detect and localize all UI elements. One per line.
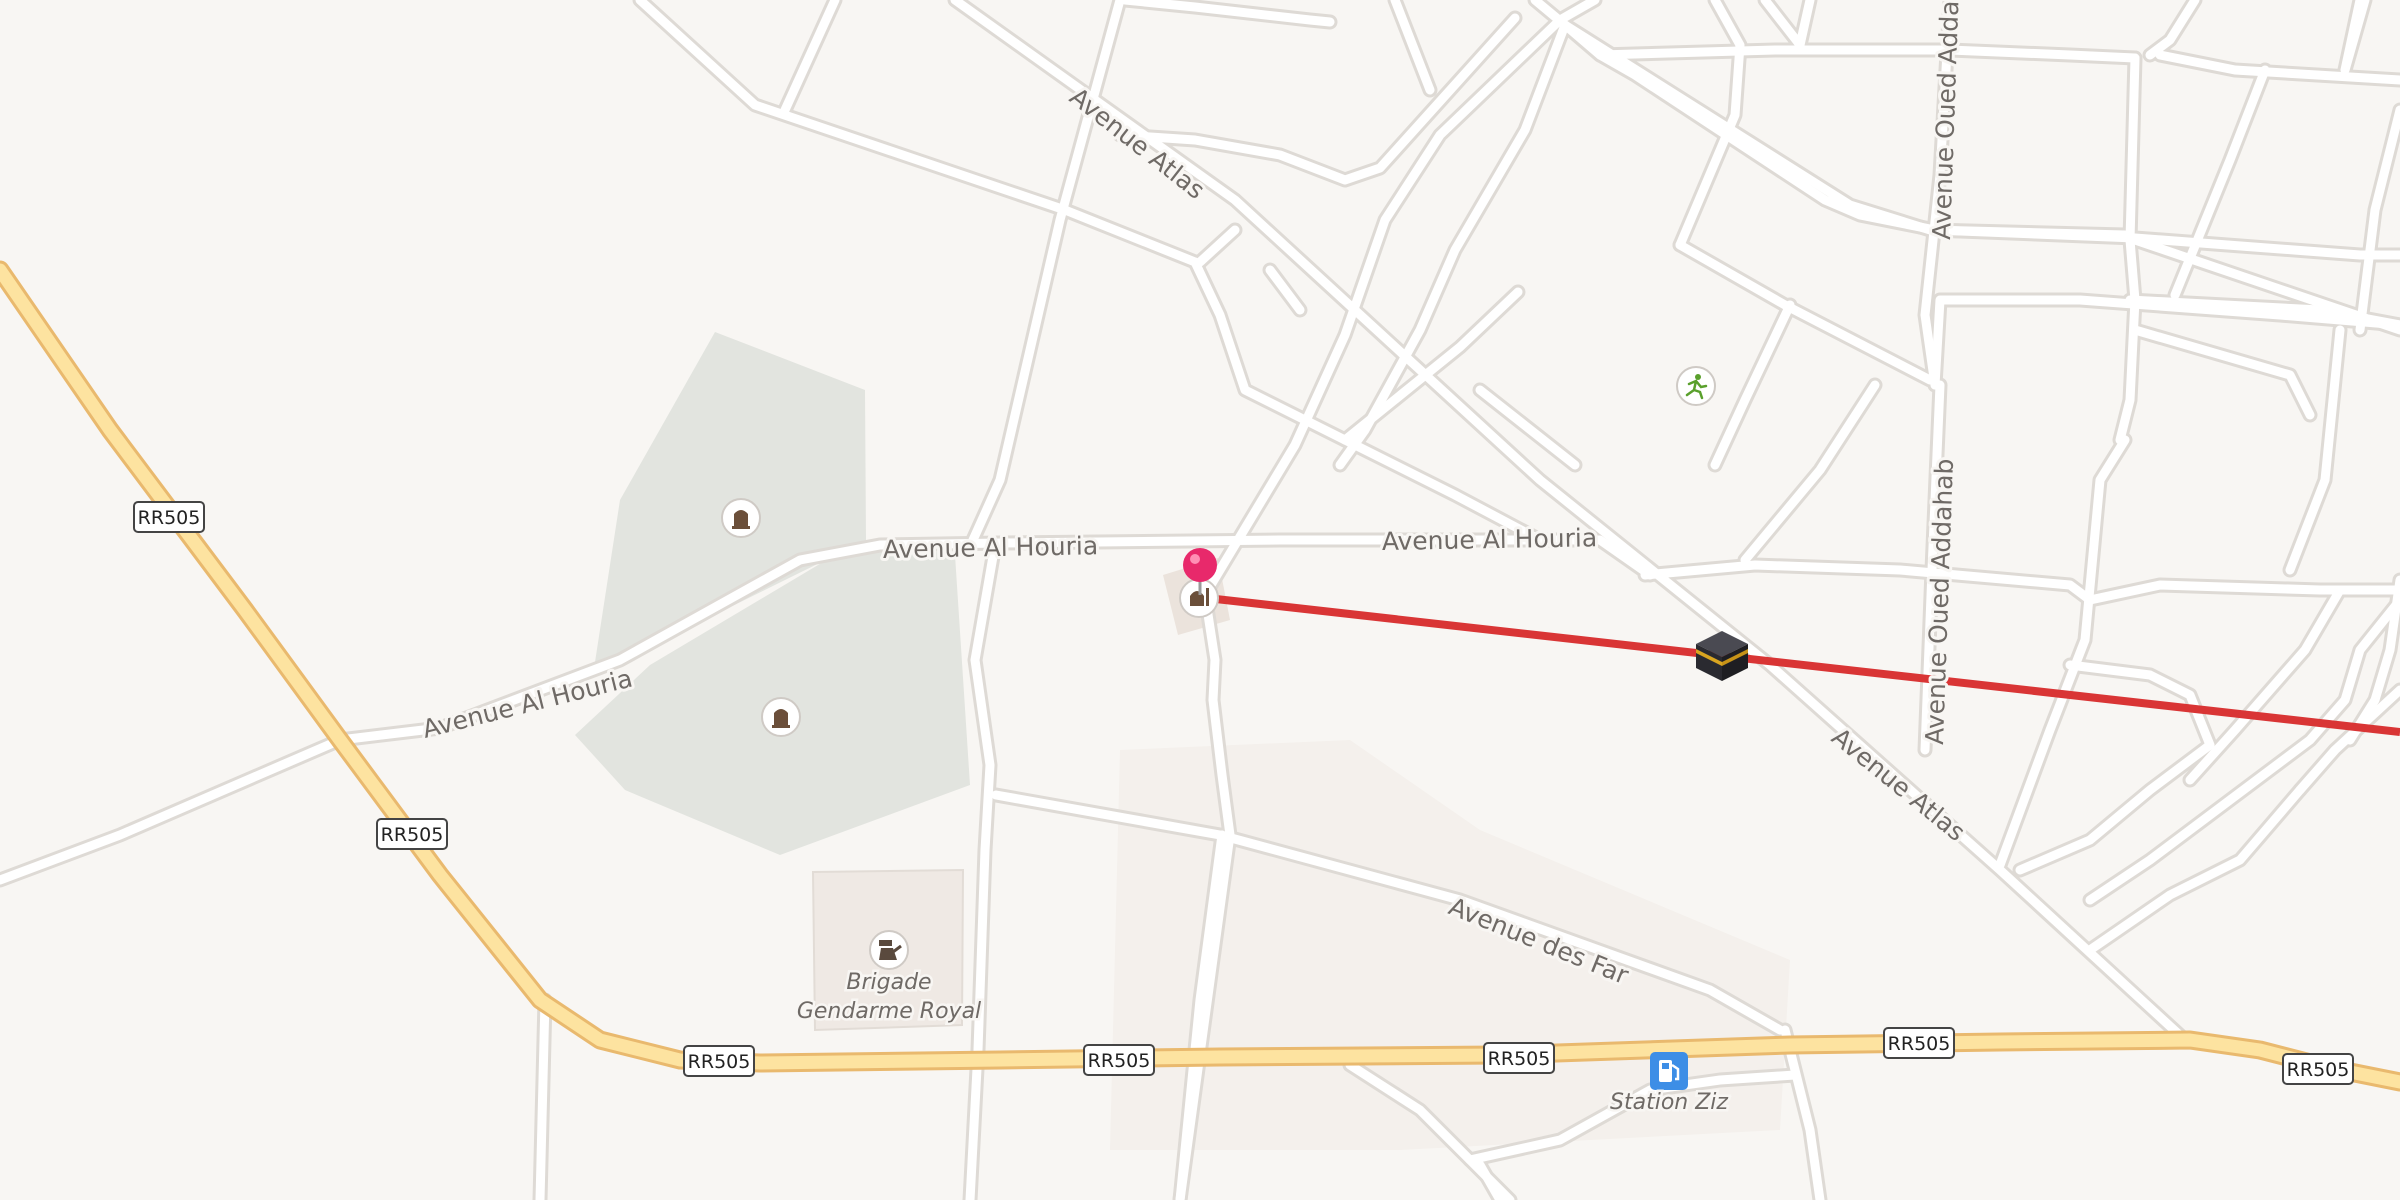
rr505-shield-label: RR505	[381, 824, 444, 846]
sports-icon[interactable]	[1676, 366, 1716, 406]
rr505-shield-label: RR505	[1088, 1050, 1151, 1072]
rr505-shield: RR505	[1083, 1044, 1155, 1076]
map-canvas[interactable]: Avenue Atlas Avenue Atlas Avenue Al Hour…	[0, 0, 2400, 1200]
rr505-shield-label: RR505	[688, 1051, 751, 1073]
rr505-shield: RR505	[683, 1045, 755, 1077]
rr505-shield: RR505	[376, 818, 448, 850]
rr505-shield: RR505	[133, 501, 205, 533]
rr505-shield-label: RR505	[1888, 1033, 1951, 1055]
cemetery-icon[interactable]	[761, 697, 801, 737]
fuel-icon[interactable]	[1650, 1052, 1688, 1090]
police-icon[interactable]	[869, 930, 909, 970]
rr505-shield: RR505	[1883, 1027, 1955, 1059]
cemetery-icon[interactable]	[721, 498, 761, 538]
fuel-station-label: Station Ziz	[1610, 1090, 1728, 1115]
rr505-shield-label: RR505	[2287, 1059, 2350, 1081]
road-label-avenue-al-houria-center: Avenue Al Houria	[883, 531, 1099, 564]
gendarmerie-label-line2: Gendarme Royal	[797, 999, 981, 1024]
rr505-shield: RR505	[2282, 1053, 2354, 1085]
rr505-shield-label: RR505	[1488, 1048, 1551, 1070]
gendarmerie-label-line1: Brigade	[846, 970, 931, 995]
rr505-shield: RR505	[1483, 1042, 1555, 1074]
road-label-avenue-al-houria-east: Avenue Al Houria	[1382, 523, 1598, 556]
rr505-shield-label: RR505	[138, 507, 201, 529]
